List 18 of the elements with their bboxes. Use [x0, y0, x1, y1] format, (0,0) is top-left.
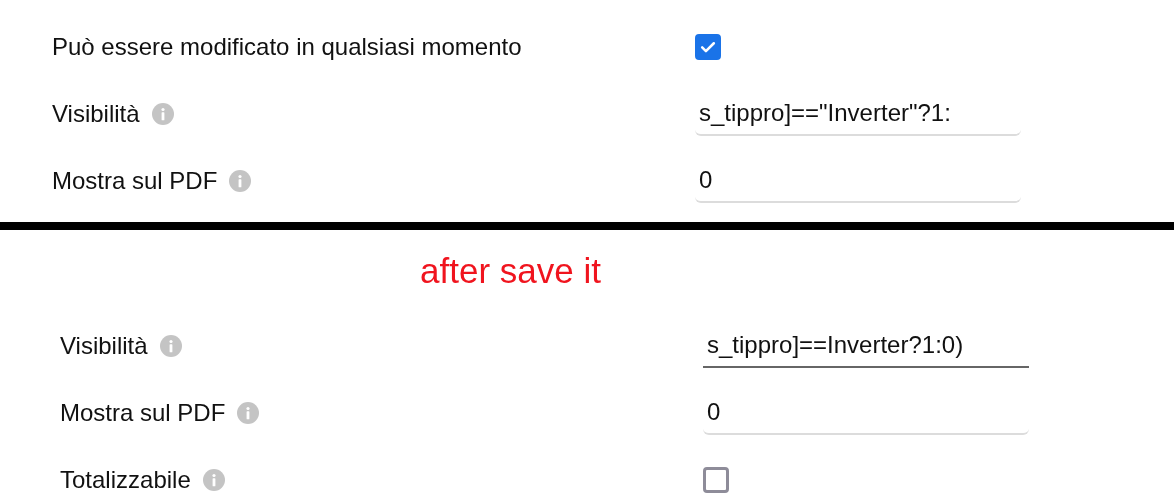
info-icon[interactable] [151, 102, 174, 125]
input-field[interactable]: s_tippro]==Inverter?1:0) [703, 323, 1029, 368]
input-field[interactable]: s_tippro]=="Inverter"?1: [695, 91, 1021, 136]
info-icon[interactable] [202, 468, 225, 491]
field-label: Visibilità [52, 99, 140, 128]
input-field[interactable]: 0 [703, 390, 1029, 435]
field-label: Totalizzabile [60, 465, 191, 494]
field-label: Mostra sul PDF [60, 398, 226, 427]
info-icon[interactable] [229, 169, 252, 192]
field-label: Mostra sul PDF [52, 166, 218, 195]
info-icon[interactable] [159, 334, 182, 357]
checkbox[interactable] [703, 466, 729, 493]
checkbox[interactable] [695, 33, 721, 60]
input-field[interactable]: 0 [695, 158, 1021, 203]
field-label: Visibilità [60, 331, 148, 360]
info-icon[interactable] [237, 401, 260, 424]
caption-text: after save it [420, 251, 601, 291]
field-label: Può essere modificato in qualsiasi momento [52, 32, 522, 61]
